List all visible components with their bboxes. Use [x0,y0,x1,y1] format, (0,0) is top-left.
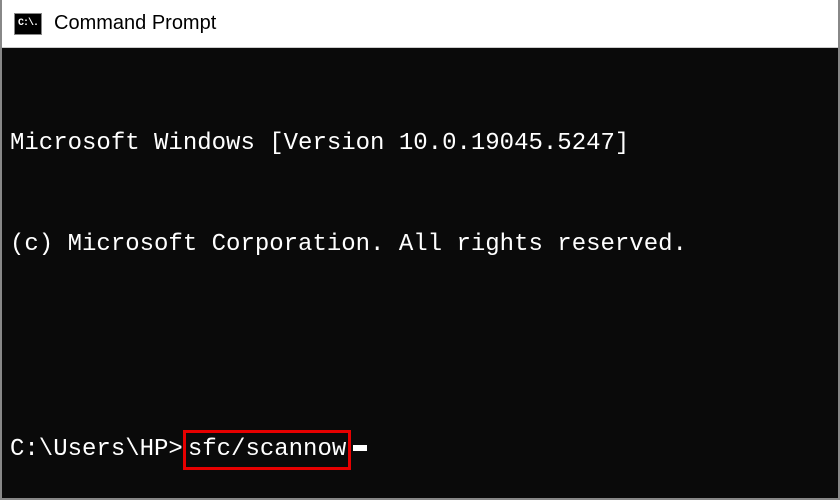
command-prompt-window: C:\. Command Prompt Microsoft Windows [V… [0,0,840,500]
cmd-icon: C:\. [14,13,42,35]
prompt-line: C:\Users\HP>sfc/scannow [10,430,830,470]
terminal-area[interactable]: Microsoft Windows [Version 10.0.19045.52… [2,48,838,498]
blank-line [10,329,830,363]
prompt-path: C:\Users\HP> [10,433,183,467]
cursor [353,445,367,451]
version-line: Microsoft Windows [Version 10.0.19045.52… [10,127,830,161]
window-title: Command Prompt [54,12,216,35]
copyright-line: (c) Microsoft Corporation. All rights re… [10,228,830,262]
command-input[interactable]: sfc/scannow [183,430,351,470]
titlebar[interactable]: C:\. Command Prompt [2,0,838,48]
